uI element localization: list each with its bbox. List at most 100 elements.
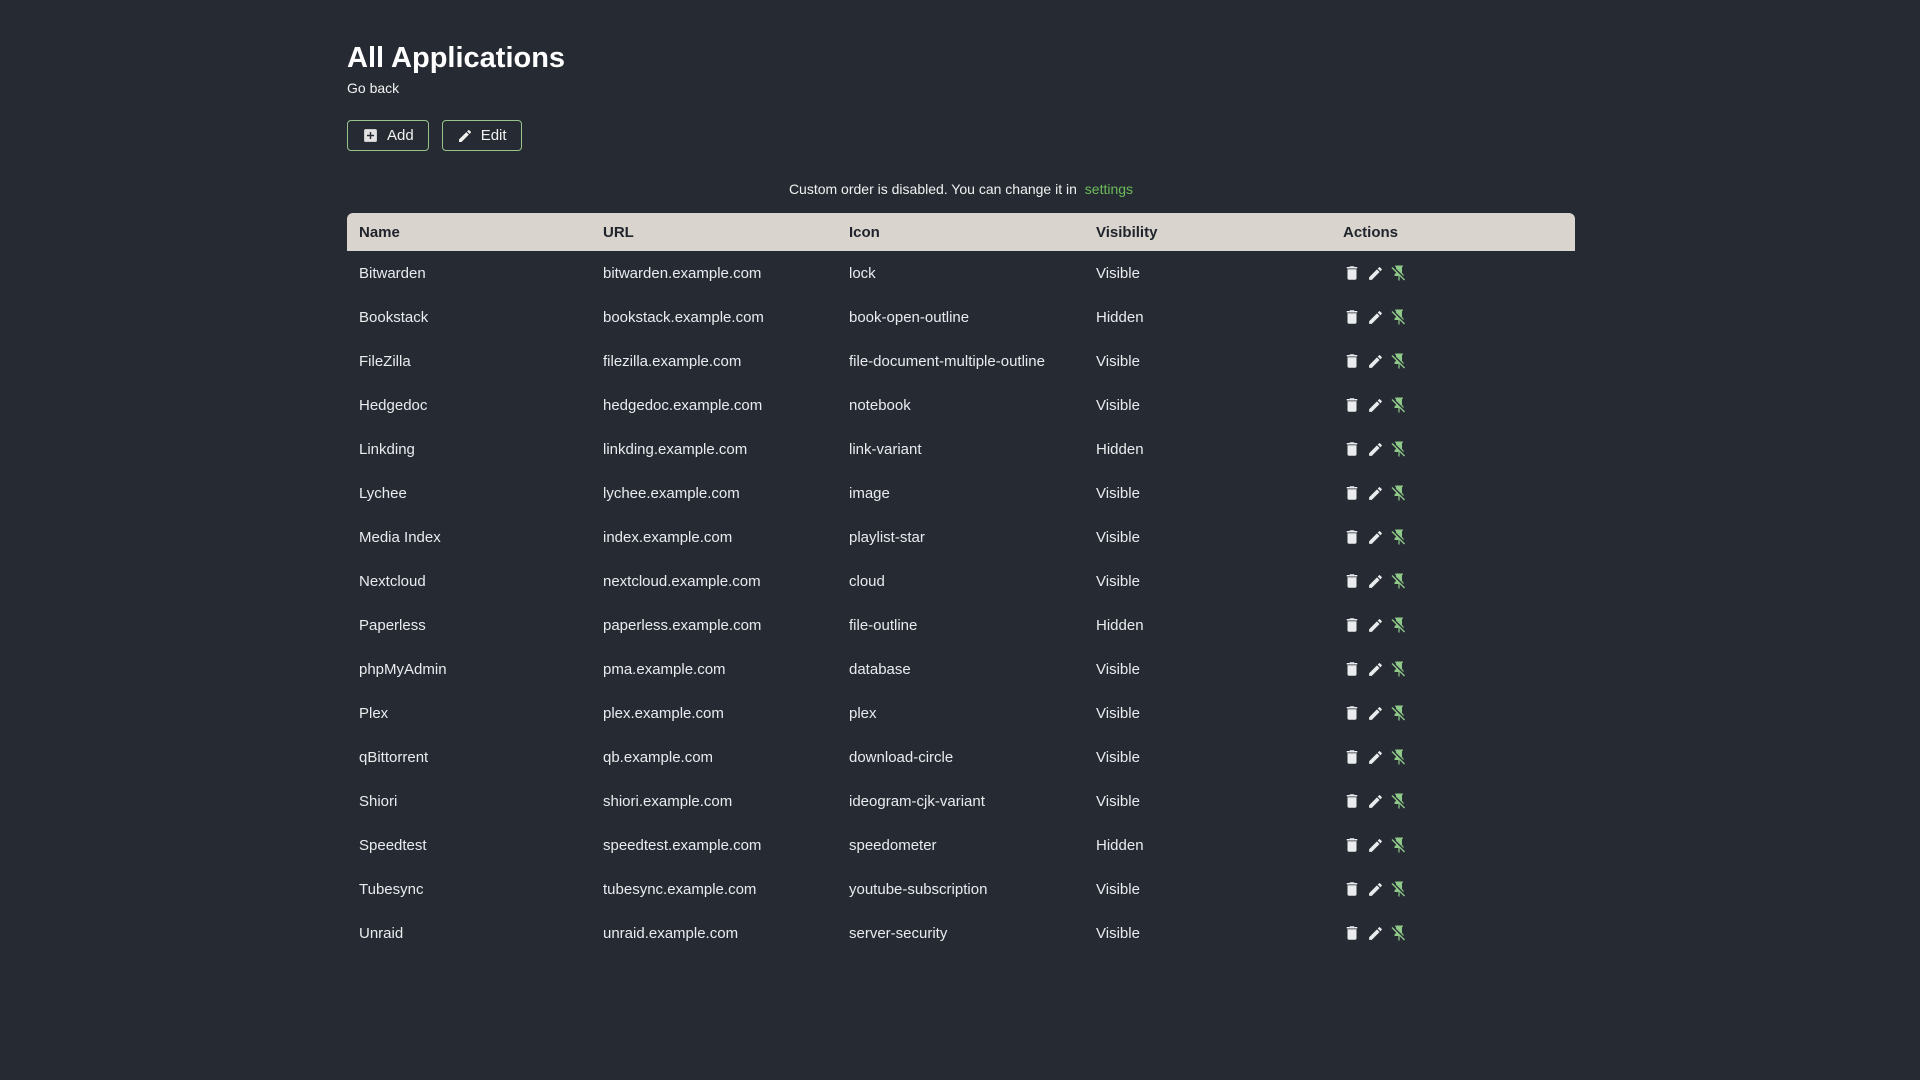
table-row: Shiori shiori.example.com ideogram-cjk-v… [347,779,1575,823]
edit-row-button[interactable] [1367,485,1384,502]
delete-button[interactable] [1343,484,1361,502]
pin-toggle-button[interactable] [1390,528,1408,546]
edit-row-button[interactable] [1367,353,1384,370]
edit-row-button[interactable] [1367,749,1384,766]
edit-row-button[interactable] [1367,397,1384,414]
row-actions [1343,427,1563,471]
table-row: Media Index index.example.com playlist-s… [347,515,1575,559]
delete-button[interactable] [1343,440,1361,458]
pin-off-icon [1390,308,1408,326]
table-row: Paperless paperless.example.com file-out… [347,603,1575,647]
table-row: Bookstack bookstack.example.com book-ope… [347,295,1575,339]
delete-button[interactable] [1343,572,1361,590]
edit-button[interactable]: Edit [441,120,522,152]
column-header-url: URL [591,213,837,252]
delete-button[interactable] [1343,880,1361,898]
pencil-icon [1367,353,1384,370]
edit-row-button[interactable] [1367,925,1384,942]
pin-toggle-button[interactable] [1390,660,1408,678]
edit-row-button[interactable] [1367,617,1384,634]
delete-button[interactable] [1343,660,1361,678]
delete-button[interactable] [1343,924,1361,942]
pin-off-icon [1390,924,1408,942]
trash-icon [1343,528,1361,546]
app-visibility: Hidden [1096,616,1144,634]
row-actions [1343,515,1563,559]
pin-toggle-button[interactable] [1390,792,1408,810]
edit-row-button[interactable] [1367,573,1384,590]
delete-button[interactable] [1343,704,1361,722]
app-name: Unraid [359,924,404,942]
table-row: Speedtest speedtest.example.com speedome… [347,823,1575,867]
pin-off-icon [1390,792,1408,810]
pencil-icon [1367,881,1384,898]
pin-toggle-button[interactable] [1390,572,1408,590]
settings-link[interactable]: settings [1085,181,1133,197]
app-name: Bookstack [359,308,429,326]
add-button-label: Add [387,127,414,145]
delete-button[interactable] [1343,748,1361,766]
delete-button[interactable] [1343,528,1361,546]
pencil-icon [1367,265,1384,282]
delete-button[interactable] [1343,792,1361,810]
pin-off-icon [1390,748,1408,766]
pin-toggle-button[interactable] [1390,748,1408,766]
app-icon-name: plex [849,704,877,722]
pin-toggle-button[interactable] [1390,440,1408,458]
delete-button[interactable] [1343,396,1361,414]
delete-button[interactable] [1343,308,1361,326]
edit-row-button[interactable] [1367,661,1384,678]
pin-off-icon [1390,880,1408,898]
edit-row-button[interactable] [1367,793,1384,810]
pencil-icon [1367,705,1384,722]
trash-icon [1343,396,1361,414]
app-icon-name: playlist-star [849,528,925,546]
delete-button[interactable] [1343,352,1361,370]
edit-row-button[interactable] [1367,265,1384,282]
delete-button[interactable] [1343,836,1361,854]
applications-page: All Applications Go back Add Edit Custom… [347,0,1575,955]
row-actions [1343,603,1563,647]
app-url: nextcloud.example.com [603,572,761,590]
pin-off-icon [1390,264,1408,282]
pin-toggle-button[interactable] [1390,616,1408,634]
app-visibility: Hidden [1096,440,1144,458]
app-visibility: Visible [1096,792,1140,810]
pin-toggle-button[interactable] [1390,924,1408,942]
add-button[interactable]: Add [347,120,429,152]
edit-row-button[interactable] [1367,705,1384,722]
pin-toggle-button[interactable] [1390,264,1408,282]
pin-toggle-button[interactable] [1390,484,1408,502]
pencil-icon [1367,441,1384,458]
pin-toggle-button[interactable] [1390,308,1408,326]
table-header: Name URL Icon Visibility Actions [347,213,1575,252]
edit-row-button[interactable] [1367,529,1384,546]
table-row: phpMyAdmin pma.example.com database Visi… [347,647,1575,691]
delete-button[interactable] [1343,616,1361,634]
table-row: Hedgedoc hedgedoc.example.com notebook V… [347,383,1575,427]
table-row: Lychee lychee.example.com image Visible [347,471,1575,515]
table-row: Tubesync tubesync.example.com youtube-su… [347,867,1575,911]
app-visibility: Visible [1096,484,1140,502]
table-row: Plex plex.example.com plex Visible [347,691,1575,735]
app-icon-name: book-open-outline [849,308,970,326]
go-back-link[interactable]: Go back [347,80,399,96]
pin-toggle-button[interactable] [1390,704,1408,722]
app-url: linkding.example.com [603,440,748,458]
app-name: Speedtest [359,836,427,854]
app-visibility: Visible [1096,264,1140,282]
pin-toggle-button[interactable] [1390,836,1408,854]
edit-row-button[interactable] [1367,837,1384,854]
edit-row-button[interactable] [1367,309,1384,326]
pin-off-icon [1390,528,1408,546]
delete-button[interactable] [1343,264,1361,282]
pin-toggle-button[interactable] [1390,352,1408,370]
app-url: shiori.example.com [603,792,733,810]
app-url: bitwarden.example.com [603,264,762,282]
edit-row-button[interactable] [1367,881,1384,898]
pin-toggle-button[interactable] [1390,880,1408,898]
table-row: Bitwarden bitwarden.example.com lock Vis… [347,251,1575,295]
app-url: speedtest.example.com [603,836,762,854]
pin-toggle-button[interactable] [1390,396,1408,414]
edit-row-button[interactable] [1367,441,1384,458]
